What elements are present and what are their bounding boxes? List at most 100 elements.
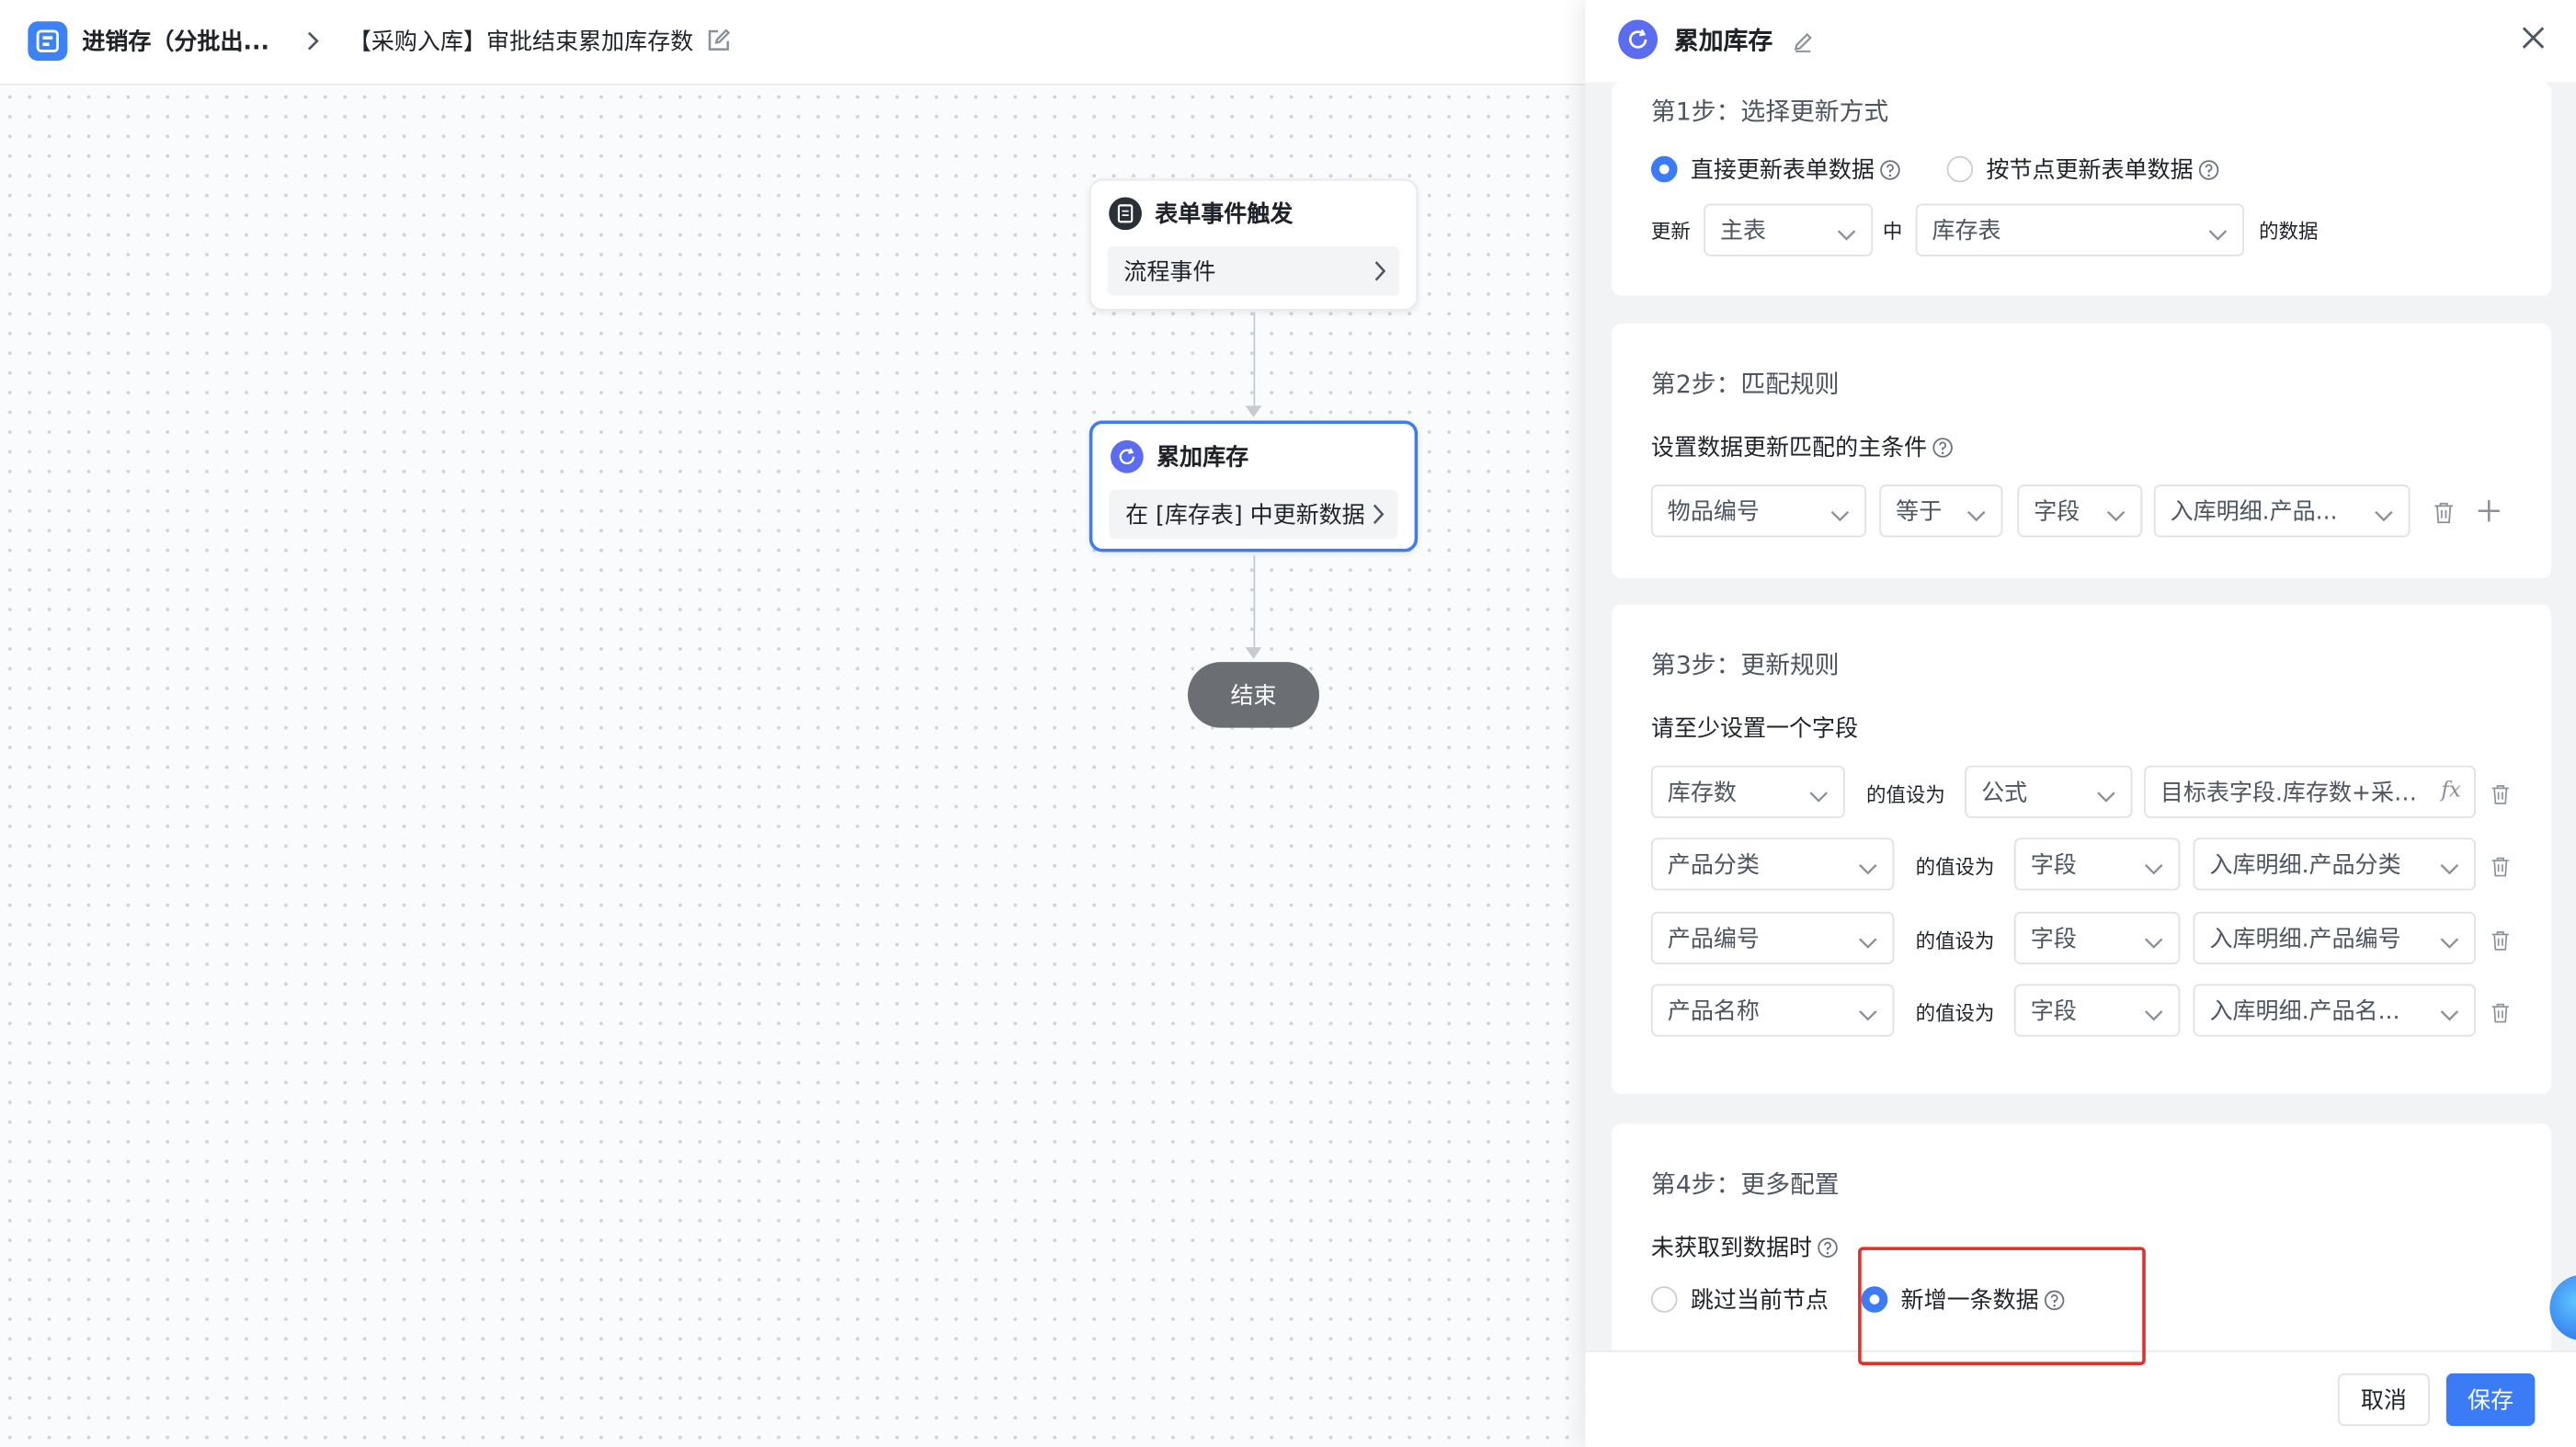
help-icon[interactable] (2198, 159, 2219, 187)
rule-type-select[interactable]: 字段 (2013, 984, 2181, 1037)
trash-icon[interactable] (2491, 780, 2510, 812)
update-node[interactable]: 累加库存 在 [库存表] 中更新数据 (1089, 420, 1419, 553)
chevron-down-icon (1858, 929, 1877, 956)
target-table-select[interactable]: 库存表 (1915, 203, 2245, 256)
panel-header: 累加库存 (1585, 0, 2576, 83)
annotation-highlight-box (1858, 1247, 2146, 1365)
set-as-label: 的值设为 (1915, 1002, 1995, 1026)
chevron-down-icon (2096, 783, 2115, 810)
connector-line (1253, 555, 1256, 651)
rule-type-select[interactable]: 公式 (1965, 765, 2133, 818)
save-button[interactable]: 保存 (2445, 1373, 2536, 1427)
pencil-icon[interactable] (1793, 28, 1814, 59)
chevron-down-icon (2144, 1002, 2163, 1029)
match-value-type-select[interactable]: 字段 (2017, 484, 2143, 538)
match-value-select[interactable]: 入库明细.产品... (2153, 484, 2411, 538)
cancel-button[interactable]: 取消 (2337, 1373, 2430, 1427)
chevron-down-icon (2374, 503, 2393, 530)
chevron-right-icon (1373, 259, 1386, 289)
radio-node-update[interactable] (1946, 155, 1974, 183)
rule-type-select[interactable]: 字段 (2013, 837, 2181, 891)
trash-icon[interactable] (2491, 927, 2510, 958)
update-rules-desc: 请至少设置一个字段 (1650, 716, 1859, 743)
edit-icon[interactable] (706, 28, 731, 59)
help-icon[interactable] (1932, 437, 1954, 464)
rule-field-select[interactable]: 库存数 (1650, 765, 1845, 818)
top-bar: 进销存（分批出... 【采购入库】审批结束累加库存数 (0, 0, 1586, 85)
trash-icon[interactable] (2491, 998, 2510, 1030)
update-node-title: 累加库存 (1157, 445, 1249, 472)
help-icon[interactable] (1817, 1237, 1838, 1265)
trash-icon[interactable] (2434, 499, 2455, 530)
data-suffix-label: 的数据 (2259, 220, 2319, 244)
document-icon (1109, 197, 1142, 231)
rule-field-select[interactable]: 产品名称 (1650, 984, 1895, 1037)
formula-icon[interactable]: fx (2441, 779, 2461, 803)
table-select[interactable]: 主表 (1704, 203, 1874, 256)
app-name-link[interactable]: 进销存（分批出... (82, 25, 269, 58)
step4-title: 第4步：更多配置 (1650, 1169, 1840, 1200)
trigger-node[interactable]: 表单事件触发 流程事件 (1089, 178, 1419, 311)
in-label: 中 (1882, 220, 1903, 244)
chevron-down-icon (2106, 503, 2126, 530)
chevron-down-icon (2440, 929, 2459, 956)
step2-card: 第2步：匹配规则 设置数据更新匹配的主条件 物品编号 等于 字段 入库明细.产品… (1612, 324, 2552, 579)
rule-type-select[interactable]: 字段 (2013, 911, 2181, 964)
chevron-right-icon (305, 28, 322, 59)
connector-arrow (1245, 647, 1262, 659)
rule-formula-input[interactable]: 目标表字段.库存数+采购明 fx (2144, 765, 2476, 818)
chevron-down-icon (1858, 1002, 1877, 1029)
app-root: 进销存（分批出... 【采购入库】审批结束累加库存数 表单事件触发 流程事件 累… (0, 0, 2576, 1447)
rule-value-select[interactable]: 入库明细.产品编号 (2193, 911, 2476, 964)
update-node-body-text: 在 [库存表] 中更新数据 (1125, 502, 1365, 530)
update-label: 更新 (1650, 220, 1691, 244)
panel-title: 累加库存 (1673, 26, 1773, 56)
step1-title: 第1步：选择更新方式 (1650, 97, 1889, 127)
chevron-down-icon (2144, 856, 2163, 883)
match-operator-select[interactable]: 等于 (1879, 484, 2003, 538)
radio-node-update-label: 按节点更新表单数据 (1986, 153, 2219, 188)
step3-card: 第3步：更新规则 请至少设置一个字段 库存数 的值设为 公式 目标表字段.库存数… (1612, 604, 2552, 1095)
match-condition-label: 设置数据更新匹配的主条件 (1651, 430, 1954, 465)
rule-value-select[interactable]: 入库明细.产品分类 (2193, 837, 2476, 891)
match-field-select[interactable]: 物品编号 (1650, 484, 1867, 538)
chevron-down-icon (2144, 929, 2163, 956)
chevron-down-icon (2208, 222, 2228, 248)
radio-direct-update-label: 直接更新表单数据 (1691, 153, 1901, 188)
connector-line (1253, 312, 1256, 411)
rule-value-select[interactable]: 入库明细.产品名... (2193, 984, 2476, 1037)
sync-icon (1618, 19, 1658, 60)
chevron-down-icon (1808, 783, 1828, 810)
trigger-node-body-text: 流程事件 (1123, 259, 1216, 286)
set-as-label: 的值设为 (1915, 929, 1995, 953)
end-node[interactable]: 结束 (1187, 662, 1319, 728)
radio-direct-update[interactable] (1650, 155, 1678, 183)
trash-icon[interactable] (2491, 852, 2510, 883)
chevron-down-icon (2440, 1002, 2459, 1029)
chevron-right-icon (1372, 503, 1385, 532)
chevron-down-icon (1966, 503, 1986, 530)
plus-icon[interactable] (2478, 497, 2501, 529)
rule-field-select[interactable]: 产品编号 (1650, 911, 1895, 964)
app-icon[interactable] (28, 21, 68, 62)
radio-skip-node-label: 跳过当前节点 (1690, 1288, 1829, 1315)
chevron-down-icon (1830, 503, 1850, 530)
close-icon[interactable] (2520, 25, 2547, 58)
rule-field-select[interactable]: 产品分类 (1650, 837, 1895, 891)
chevron-down-icon (1837, 222, 1856, 248)
connector-arrow (1245, 405, 1262, 417)
flow-name: 【采购入库】审批结束累加库存数 (348, 29, 694, 56)
radio-skip-node[interactable] (1650, 1286, 1678, 1313)
flow-canvas[interactable]: 表单事件触发 流程事件 累加库存 在 [库存表] 中更新数据 结束 (0, 86, 1586, 1447)
sync-icon (1111, 439, 1144, 473)
step2-title: 第2步：匹配规则 (1650, 370, 1840, 400)
node-config-panel: 累加库存 第1步：选择更新方式 直接更新表单数据 按节点更新表单数据 更新 主表… (1585, 0, 2576, 1447)
trigger-node-title: 表单事件触发 (1155, 201, 1294, 229)
update-node-body[interactable]: 在 [库存表] 中更新数据 (1109, 489, 1398, 540)
trigger-node-body[interactable]: 流程事件 (1107, 246, 1400, 296)
no-data-label: 未获取到数据时 (1651, 1230, 1839, 1265)
chevron-down-icon (1858, 856, 1877, 883)
help-icon[interactable] (1879, 159, 1900, 187)
set-as-label: 的值设为 (1866, 783, 1945, 807)
set-as-label: 的值设为 (1915, 856, 1995, 880)
